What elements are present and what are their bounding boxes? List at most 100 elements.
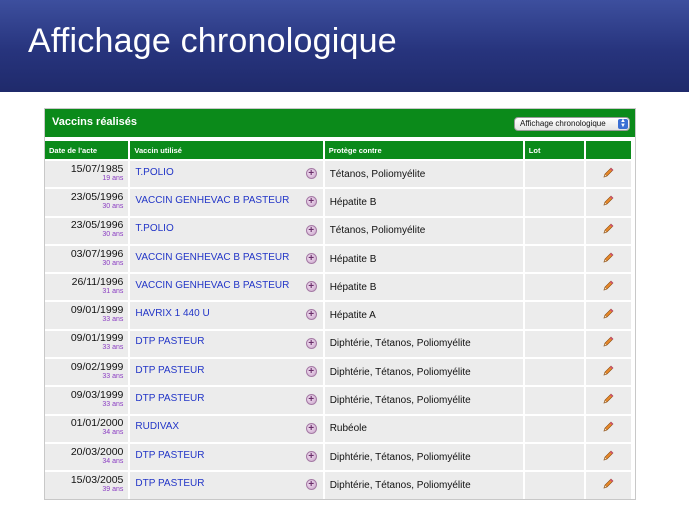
protects-cell: Diphtérie, Tétanos, Poliomyélite	[324, 359, 523, 386]
protects-cell: Diphtérie, Tétanos, Poliomyélite	[324, 387, 523, 414]
pencil-icon[interactable]	[602, 167, 614, 182]
column-header-date: Date de l'acte	[45, 141, 129, 159]
vaccine-cell: DTP PASTEUR +	[130, 387, 323, 414]
patient-age: 31 ans	[102, 287, 124, 295]
vaccine-link[interactable]: T.POLIO	[135, 167, 173, 178]
edit-cell	[585, 217, 631, 244]
vaccine-link[interactable]: DTP PASTEUR	[135, 450, 204, 461]
plus-circle-icon[interactable]: +	[305, 479, 317, 491]
vaccine-cell: VACCIN GENHEVAC B PASTEUR +	[130, 245, 323, 273]
plus-circle-icon[interactable]: +	[305, 366, 317, 378]
lot-cell	[524, 274, 584, 301]
act-date: 01/01/2000	[70, 417, 124, 430]
act-date: 03/07/1996	[70, 247, 124, 260]
table-header-row: Date de l'acte Vaccin utilisé Protège co…	[45, 141, 631, 159]
date-cell: 15/03/2005 39 ans	[45, 472, 129, 499]
table-row: 15/03/2005 39 ans DTP PASTEUR + Diphtéri…	[45, 472, 631, 499]
protects-cell: Hépatite B	[324, 245, 523, 273]
plus-circle-icon[interactable]: +	[305, 168, 317, 179]
protects-cell: Diphtérie, Tétanos, Poliomyélite	[324, 330, 523, 358]
vaccine-cell: DTP PASTEUR +	[130, 359, 323, 386]
pencil-icon[interactable]	[602, 393, 614, 408]
edit-cell	[585, 443, 631, 471]
pencil-icon[interactable]	[602, 308, 614, 323]
patient-age: 30 ans	[102, 231, 124, 239]
pencil-icon[interactable]	[602, 365, 614, 380]
patient-age: 19 ans	[102, 174, 124, 182]
plus-circle-icon[interactable]: +	[305, 422, 317, 434]
vaccine-cell: DTP PASTEUR +	[130, 330, 323, 358]
protects-cell: Hépatite B	[324, 274, 523, 301]
date-cell: 09/01/1999 33 ans	[45, 330, 129, 358]
vaccine-link[interactable]: HAVRIX 1 440 U	[135, 308, 209, 319]
vaccine-link[interactable]: DTP PASTEUR	[135, 478, 204, 489]
edit-cell	[585, 359, 631, 386]
vaccine-link[interactable]: DTP PASTEUR	[135, 336, 204, 347]
pencil-icon[interactable]	[602, 336, 614, 351]
panel-header: Vaccins réalisés Affichage chronologique…	[45, 109, 635, 137]
plus-circle-icon[interactable]: +	[305, 394, 317, 406]
select-arrows-icon: ▲ ▼	[618, 118, 628, 129]
protects-cell: Tétanos, Poliomyélite	[324, 217, 523, 244]
pencil-icon[interactable]	[602, 478, 614, 493]
patient-age: 34 ans	[102, 457, 124, 465]
edit-cell	[585, 302, 631, 329]
vaccine-link[interactable]: RUDIVAX	[135, 421, 179, 432]
plus-circle-icon[interactable]: +	[305, 450, 317, 462]
lot-cell	[524, 245, 584, 273]
pencil-icon[interactable]	[602, 421, 614, 436]
date-cell: 01/01/2000 34 ans	[45, 415, 129, 442]
lot-cell	[524, 330, 584, 358]
vaccine-link[interactable]: DTP PASTEUR	[135, 365, 204, 376]
vaccine-link[interactable]: DTP PASTEUR	[135, 393, 204, 404]
plus-circle-icon[interactable]: +	[305, 309, 317, 321]
table-row: 15/07/1985 19 ans T.POLIO + Tétanos, Pol…	[45, 161, 631, 188]
edit-cell	[585, 472, 631, 499]
title-banner: Affichage chronologique	[0, 0, 689, 92]
plus-circle-icon[interactable]: +	[305, 196, 317, 208]
vaccines-table: Date de l'acte Vaccin utilisé Protège co…	[43, 139, 633, 501]
edit-cell	[585, 387, 631, 414]
vaccine-cell: T.POLIO +	[130, 161, 323, 188]
date-cell: 23/05/1996 30 ans	[45, 217, 129, 244]
date-cell: 09/01/1999 33 ans	[45, 302, 129, 329]
table-row: 09/01/1999 33 ans DTP PASTEUR + Diphtéri…	[45, 330, 631, 358]
date-cell: 26/11/1996 31 ans	[45, 274, 129, 301]
lot-cell	[524, 472, 584, 499]
plus-circle-icon[interactable]: +	[305, 252, 317, 264]
vaccine-link[interactable]: VACCIN GENHEVAC B PASTEUR	[135, 280, 289, 291]
protects-cell: Diphtérie, Tétanos, Poliomyélite	[324, 443, 523, 471]
vaccine-cell: RUDIVAX +	[130, 415, 323, 442]
act-date: 09/01/1999	[70, 304, 124, 317]
panel-title: Vaccins réalisés	[52, 116, 138, 128]
protects-cell: Rubéole	[324, 415, 523, 442]
vaccine-link[interactable]: VACCIN GENHEVAC B PASTEUR	[135, 195, 289, 206]
page-title: Affichage chronologique	[28, 22, 397, 60]
plus-circle-icon[interactable]: +	[305, 224, 317, 236]
vaccine-cell: DTP PASTEUR +	[130, 472, 323, 499]
view-mode-select[interactable]: Affichage chronologique ▲ ▼	[514, 117, 630, 131]
pencil-icon[interactable]	[602, 195, 614, 210]
act-date: 26/11/1996	[71, 275, 124, 288]
pencil-icon[interactable]	[602, 450, 614, 465]
plus-circle-icon[interactable]: +	[305, 281, 317, 293]
lot-cell	[524, 387, 584, 414]
pencil-icon[interactable]	[602, 280, 614, 295]
act-date: 09/02/1999	[70, 360, 124, 373]
pencil-icon[interactable]	[602, 252, 614, 267]
edit-cell	[585, 330, 631, 358]
edit-cell	[585, 415, 631, 442]
pencil-icon[interactable]	[602, 223, 614, 238]
lot-cell	[524, 443, 584, 471]
patient-age: 39 ans	[102, 485, 124, 493]
edit-cell	[585, 189, 631, 216]
vaccine-link[interactable]: VACCIN GENHEVAC B PASTEUR	[135, 252, 289, 263]
date-cell: 20/03/2000 34 ans	[45, 443, 129, 471]
patient-age: 33 ans	[102, 401, 124, 409]
vaccine-link[interactable]: T.POLIO	[135, 223, 173, 234]
protects-cell: Tétanos, Poliomyélite	[324, 161, 523, 188]
table-row: 23/05/1996 30 ans T.POLIO + Tétanos, Pol…	[45, 217, 631, 244]
protects-cell: Hépatite A	[324, 302, 523, 329]
plus-circle-icon[interactable]: +	[305, 337, 317, 349]
edit-cell	[585, 161, 631, 188]
